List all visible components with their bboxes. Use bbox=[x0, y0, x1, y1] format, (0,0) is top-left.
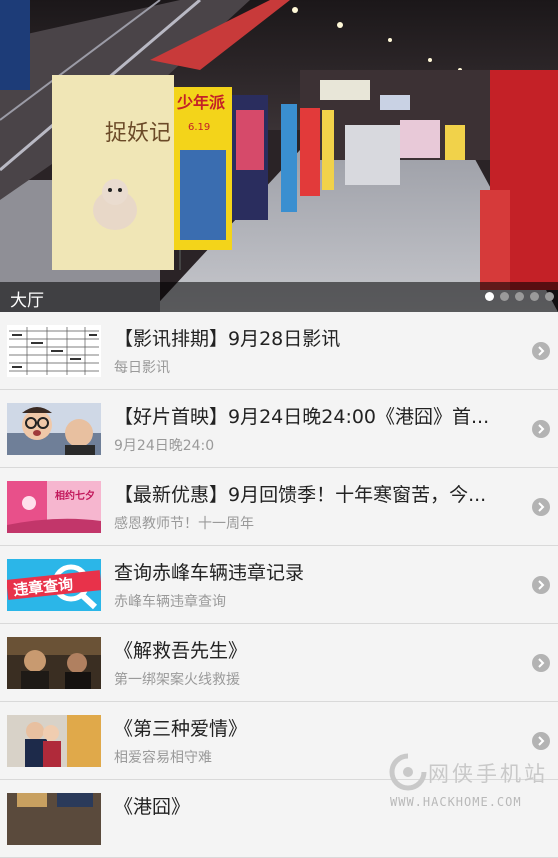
list-item-title: 查询赤峰车辆违章记录 bbox=[114, 562, 305, 584]
list-item-subtitle: 赤峰车辆违章查询 bbox=[114, 594, 226, 610]
thumbnail-movie-couple bbox=[7, 715, 101, 767]
banner-carousel[interactable]: 捉妖记 少年派 6.19 大厅 bbox=[0, 0, 558, 312]
poster-title-mid: 少年派 bbox=[176, 93, 226, 112]
watermark-logo-icon bbox=[389, 753, 427, 791]
lobby-photo: 捉妖记 少年派 6.19 bbox=[0, 0, 558, 312]
carousel-dot[interactable] bbox=[485, 292, 494, 301]
chevron-right-icon bbox=[532, 576, 550, 594]
banner-caption-bar: 大厅 bbox=[0, 282, 558, 312]
thumbnail-movie-partial bbox=[7, 793, 101, 845]
list-item-subtitle: 9月24日晚24:0 bbox=[114, 438, 215, 454]
list-item-title: 《第三种爱情》 bbox=[114, 718, 248, 740]
carousel-indicator[interactable] bbox=[479, 292, 554, 301]
poster-title-left: 捉妖记 bbox=[105, 121, 171, 146]
list-item-title: 【好片首映】9月24日晚24:00《港囧》首... bbox=[114, 406, 490, 428]
thumbnail-movie-dark bbox=[7, 637, 101, 689]
thumbnail-violation-query: 违章查询 bbox=[7, 559, 101, 611]
poster-date-mid: 6.19 bbox=[188, 122, 210, 133]
thumbnail-movie-still bbox=[7, 403, 101, 455]
list-item-subtitle: 感恩教师节！十一周年 bbox=[114, 516, 254, 532]
list-item-subtitle: 相爱容易相守难 bbox=[114, 750, 212, 766]
chevron-right-icon bbox=[532, 342, 550, 360]
carousel-dot[interactable] bbox=[545, 292, 554, 301]
list-item-title: 《解救吾先生》 bbox=[114, 640, 248, 662]
list-item[interactable]: 【影讯排期】9月28日影讯 每日影讯 bbox=[0, 312, 558, 390]
promo-thumb-text: 相约七夕 bbox=[55, 489, 95, 502]
carousel-dot[interactable] bbox=[515, 292, 524, 301]
list-item-subtitle: 每日影讯 bbox=[114, 360, 170, 376]
carousel-dot[interactable] bbox=[500, 292, 509, 301]
banner-caption: 大厅 bbox=[10, 291, 44, 311]
list-item[interactable]: 【好片首映】9月24日晚24:00《港囧》首... 9月24日晚24:0 bbox=[0, 390, 558, 468]
chevron-right-icon bbox=[532, 498, 550, 516]
thumbnail-promo: 相约七夕 bbox=[7, 481, 101, 533]
list-item[interactable]: 《解救吾先生》 第一绑架案火线救援 bbox=[0, 624, 558, 702]
list-item[interactable]: 相约七夕 【最新优惠】9月回馈季！十年寒窗苦，今... 感恩教师节！十一周年 bbox=[0, 468, 558, 546]
carousel-dot[interactable] bbox=[530, 292, 539, 301]
watermark-url: WWW.HACKHOME.COM bbox=[390, 795, 522, 809]
chevron-right-icon bbox=[532, 420, 550, 438]
list-item-subtitle: 第一绑架案火线救援 bbox=[114, 672, 240, 688]
watermark-title: 网侠手机站 bbox=[428, 762, 548, 786]
chevron-right-icon bbox=[532, 654, 550, 672]
list-item[interactable]: 违章查询 查询赤峰车辆违章记录 赤峰车辆违章查询 bbox=[0, 546, 558, 624]
list-item-title: 【影讯排期】9月28日影讯 bbox=[114, 328, 341, 350]
watermark: 网侠手机站 WWW.HACKHOME.COM bbox=[388, 748, 558, 815]
thumbnail-schedule bbox=[7, 325, 101, 377]
list-item-title: 【最新优惠】9月回馈季！十年寒窗苦，今... bbox=[114, 484, 487, 506]
